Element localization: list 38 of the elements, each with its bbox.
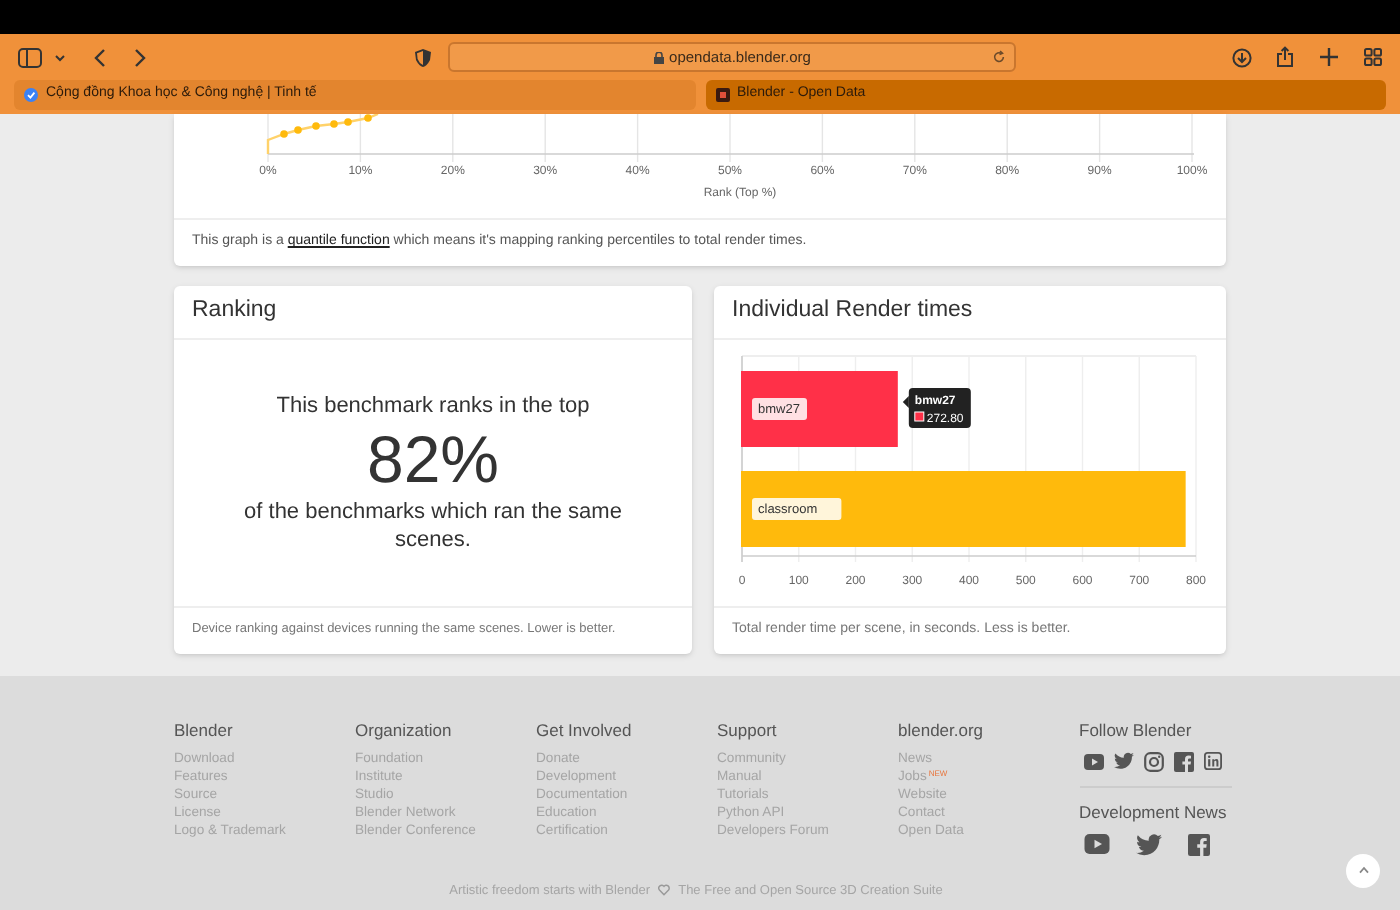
chevron-up-icon [1357,866,1369,874]
bird-icon[interactable] [1135,833,1161,855]
chevron-down-icon[interactable] [54,53,66,61]
back-icon[interactable] [94,47,106,67]
tabs-grid-icon[interactable] [1364,48,1382,66]
shield-icon[interactable] [414,47,432,67]
ranking-lead: This benchmark ranks in the top [276,391,590,422]
share-icon[interactable] [1276,46,1294,68]
card-title: Ranking [192,295,277,326]
footer-heading: Organization [355,719,454,741]
sidebar-icon[interactable] [18,47,42,67]
footer-heading: blender.org [898,719,986,741]
video-icon[interactable] [1083,834,1109,854]
footer-heading: Development News [1079,801,1229,823]
heart-icon [658,884,671,897]
facebook-icon[interactable] [1173,751,1193,771]
footer-heading: Get Involved [536,719,634,741]
ranking-value: 82% [366,422,500,499]
download-icon[interactable] [1232,47,1252,67]
quantile-line [266,114,379,154]
facebook-icon[interactable] [1187,833,1209,855]
footer-heading: Blender [174,719,235,741]
forward-icon[interactable] [134,47,146,67]
linkedin-icon[interactable] [1203,752,1221,770]
video-icon[interactable] [1083,753,1103,769]
bird-icon[interactable] [1113,752,1133,770]
tooltip [902,387,971,427]
plus-icon[interactable] [1320,48,1338,66]
color-swatch [914,410,925,421]
card-title: Individual Render times [732,295,973,326]
camera-icon[interactable] [1143,751,1163,771]
ranking-trail: of the benchmarks which ran the same scenes. [242,498,624,555]
favicon-icon [24,88,38,102]
favicon-icon [715,88,729,102]
footer-heading: Support [717,719,779,741]
reload-icon[interactable] [992,50,1006,64]
footer-heading: Follow Blender [1079,719,1194,741]
lock-icon [653,51,664,63]
